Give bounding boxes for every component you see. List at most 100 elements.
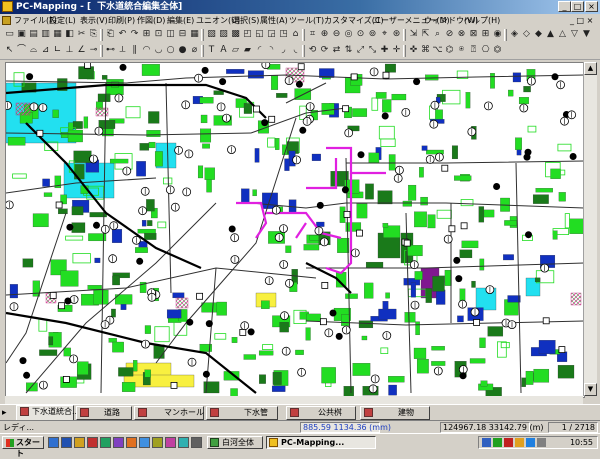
desktop-icon[interactable]: [48, 437, 59, 448]
building: [295, 349, 304, 355]
building: [7, 136, 26, 146]
drawing-tool-icon[interactable]: ⊸: [87, 44, 100, 57]
document-title: 下水道統合編集全体]: [97, 2, 183, 12]
drawing-tool-icon[interactable]: ✛: [390, 44, 403, 57]
building: [118, 367, 134, 377]
title-bar: PC-Mapping - [下水道統合編集全体] _ □ ×: [0, 0, 600, 14]
tab-arrow-icon[interactable]: ▸: [2, 407, 14, 419]
scroll-down-button[interactable]: ▼: [584, 383, 597, 396]
maximize-button[interactable]: □: [571, 1, 584, 12]
tab-manhole[interactable]: マンホール: [134, 406, 204, 420]
status-bar: レディ... 885.59 1134.36 (mm) 124967.18 331…: [0, 420, 600, 434]
building: [146, 199, 155, 212]
building: [97, 93, 111, 102]
main-manhole-marker: [261, 119, 269, 127]
drawing-tool-icon[interactable]: ⌀: [188, 44, 201, 57]
building: [261, 300, 270, 309]
app-quicklaunch-icon-2[interactable]: [100, 437, 111, 448]
tray-icon[interactable]: [526, 438, 535, 447]
app-icon[interactable]: [2, 1, 13, 12]
drawing-tool-icon[interactable]: ⏣: [491, 44, 504, 57]
building: [311, 153, 321, 161]
app-quicklaunch-icon-3[interactable]: [113, 437, 124, 448]
building: [479, 258, 485, 271]
menu-view[interactable]: 表示(V): [80, 14, 108, 27]
horizontal-scrollbar[interactable]: [5, 396, 583, 404]
doc-icon[interactable]: [2, 16, 11, 25]
browser-icon[interactable]: [61, 437, 72, 448]
building: [162, 177, 173, 185]
building: [352, 363, 371, 376]
app-quicklaunch-icon-5[interactable]: [139, 437, 150, 448]
building: [500, 341, 510, 349]
tab-sewer-pipe[interactable]: 下水管: [206, 406, 278, 420]
map-canvas[interactable]: [5, 62, 585, 398]
main-manhole-marker: [335, 332, 343, 340]
main-manhole-marker: [93, 221, 100, 229]
map-drawing[interactable]: [6, 63, 584, 397]
minimize-button[interactable]: _: [558, 1, 571, 12]
building: [388, 384, 397, 396]
building: [410, 282, 416, 298]
menu-draw[interactable]: 作図(D): [137, 14, 165, 27]
building: [416, 358, 429, 374]
volume-icon[interactable]: [537, 438, 546, 447]
tab-road[interactable]: 道路: [76, 406, 132, 420]
building: [200, 114, 208, 124]
vertical-scrollbar[interactable]: ▲ ▼: [583, 62, 597, 396]
menu-edit[interactable]: 編集(E): [167, 14, 194, 27]
inlet-marker: [342, 105, 350, 113]
building: [204, 167, 215, 180]
app-quicklaunch-icon[interactable]: [87, 437, 98, 448]
tab-sewer-integrated[interactable]: 下水道統合...: [16, 405, 80, 421]
scroll-up-button[interactable]: ▲: [584, 62, 597, 75]
main-manhole-marker: [453, 256, 461, 264]
standard-tool-icon[interactable]: ▦: [188, 28, 201, 41]
hatched-parcel: [95, 107, 109, 117]
child-window-controls[interactable]: _ □ ×: [570, 15, 593, 26]
app-quicklaunch-icon-8[interactable]: [178, 437, 189, 448]
tray-icon[interactable]: [482, 438, 491, 447]
layer-icon: [80, 408, 89, 417]
menu-attribute[interactable]: 属性(A): [260, 14, 288, 27]
building: [558, 192, 566, 202]
app-quicklaunch-icon-6[interactable]: [152, 437, 163, 448]
building: [358, 320, 374, 329]
building: [48, 336, 54, 346]
drawing-tool-icon[interactable]: ◟: [289, 44, 302, 57]
task-shirakawa[interactable]: 白河全体: [207, 436, 263, 449]
building: [436, 209, 452, 219]
folder-icon[interactable]: [74, 437, 85, 448]
building: [133, 360, 138, 372]
building: [63, 347, 71, 357]
tray-icon[interactable]: [493, 438, 502, 447]
task-pc-mapping[interactable]: PC-Mapping...: [266, 436, 376, 449]
tray-icon[interactable]: [504, 438, 513, 447]
tab-public-inlet[interactable]: 公共桝: [286, 406, 356, 420]
menu-settings[interactable]: 設定(L): [49, 14, 76, 27]
inlet-marker: [343, 210, 351, 218]
main-manhole-marker: [569, 153, 577, 160]
menu-tool[interactable]: ツール(T): [289, 14, 324, 27]
app-quicklaunch-icon-9[interactable]: [191, 437, 202, 448]
app-quicklaunch-icon-4[interactable]: [126, 437, 137, 448]
standard-tool-icon[interactable]: ⊛: [390, 28, 403, 41]
menu-help[interactable]: ヘルプ(H): [464, 14, 500, 27]
standard-tool-icon[interactable]: ⌂: [289, 28, 302, 41]
start-button[interactable]: スタート: [2, 436, 44, 458]
building: [385, 292, 390, 299]
standard-tool-icon[interactable]: ⎘: [87, 28, 100, 41]
building: [226, 69, 245, 74]
main-manhole-marker: [381, 112, 389, 120]
standard-tool-icon[interactable]: ◉: [491, 28, 504, 41]
toolbar-separator: [201, 29, 204, 41]
tray-icon[interactable]: [515, 438, 524, 447]
main-manhole-marker: [551, 73, 559, 81]
menu-print[interactable]: 印刷(P): [108, 14, 135, 27]
tab-building[interactable]: 建物: [360, 406, 430, 420]
close-button[interactable]: ×: [585, 1, 598, 12]
building: [408, 184, 417, 201]
app-quicklaunch-icon-7[interactable]: [165, 437, 176, 448]
standard-tool-icon[interactable]: ▼: [580, 28, 593, 41]
menu-select[interactable]: 選択(S): [232, 14, 259, 27]
